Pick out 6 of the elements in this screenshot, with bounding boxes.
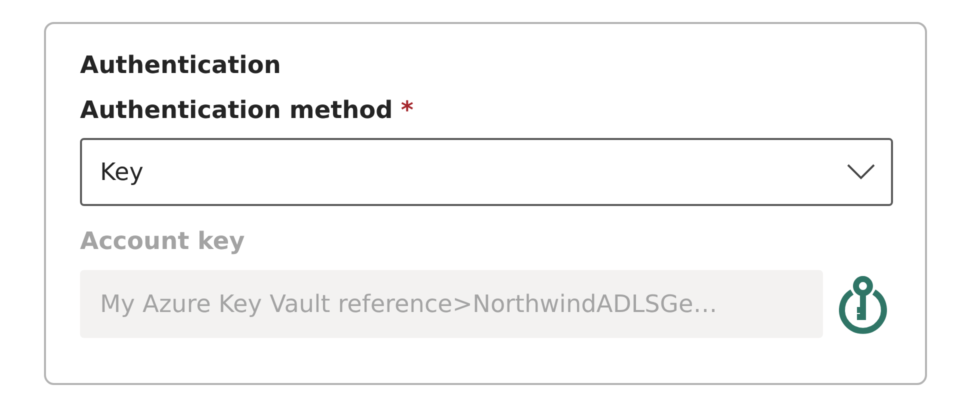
required-mark: * xyxy=(400,95,414,126)
method-dropdown[interactable]: Key xyxy=(80,138,893,206)
section-title: Authentication xyxy=(80,50,281,81)
field-label: Account key xyxy=(80,226,245,258)
chevron-down-icon xyxy=(847,164,875,180)
field-label: Authentication method xyxy=(80,95,393,126)
